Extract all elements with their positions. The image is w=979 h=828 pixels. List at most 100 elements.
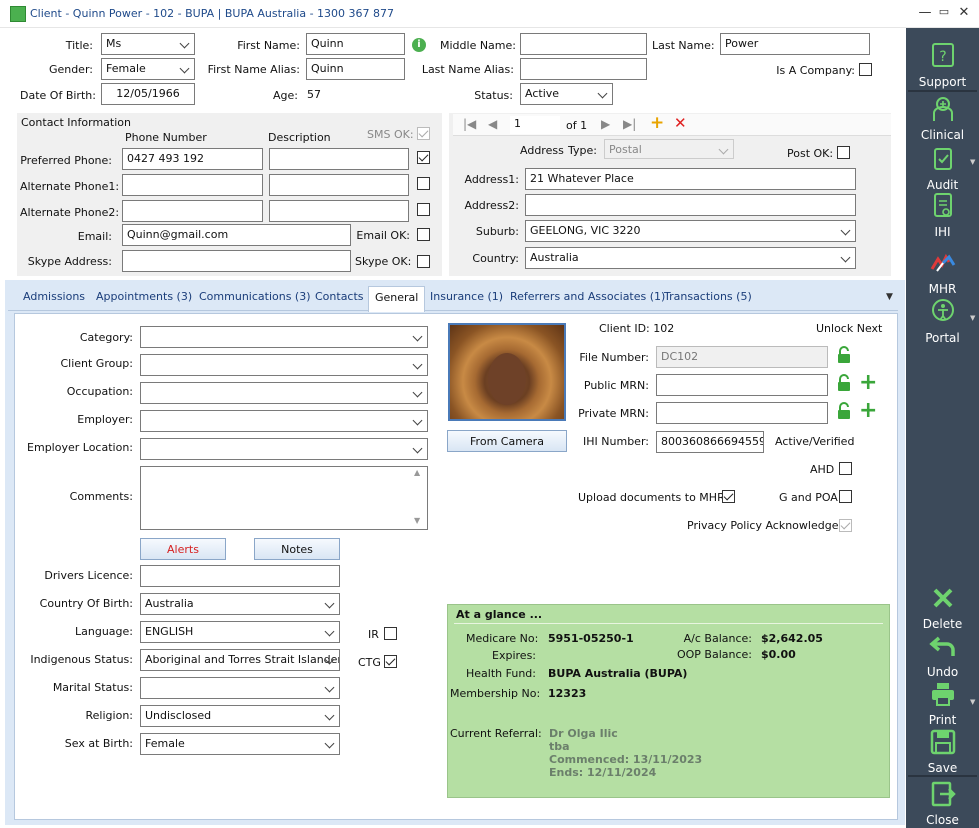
private-mrn-input[interactable] [656, 402, 828, 424]
audit-button[interactable]: Audit [906, 145, 979, 192]
category-select[interactable] [140, 326, 428, 348]
religion-select[interactable]: Undisclosed [140, 705, 340, 727]
client-photo[interactable] [448, 323, 566, 421]
clinical-button[interactable]: Clinical [906, 95, 979, 142]
tab-transactions[interactable]: Transactions (5) [664, 290, 752, 303]
email-ok-checkbox[interactable] [417, 228, 430, 241]
last-name-input[interactable]: Power [720, 33, 870, 55]
delete-address-icon[interactable]: ✕ [674, 114, 687, 132]
upload-mhr-checkbox[interactable] [722, 490, 735, 503]
tab-contacts[interactable]: Contacts [315, 290, 364, 303]
is-company-checkbox[interactable] [859, 63, 872, 76]
alt-phone2-description[interactable] [269, 200, 409, 222]
comments-scroll-up-icon[interactable]: ▲ [414, 468, 420, 477]
tab-appointments[interactable]: Appointments (3) [96, 290, 192, 303]
occupation-select[interactable] [140, 382, 428, 404]
drivers-licence-input[interactable] [140, 565, 340, 587]
first-record-icon[interactable]: |◀ [463, 117, 476, 131]
portal-button[interactable]: Portal [906, 298, 979, 345]
alt-phone2-sms-checkbox[interactable] [417, 203, 430, 216]
prev-record-icon[interactable]: ◀ [488, 117, 497, 131]
maximize-icon[interactable]: ▭ [934, 5, 954, 18]
dob-input[interactable]: 12/05/1966 [101, 83, 195, 105]
tab-general[interactable]: General [368, 286, 426, 312]
last-record-icon[interactable]: ▶| [623, 117, 636, 131]
alt-phone1-input[interactable] [122, 174, 263, 196]
suburb-select[interactable]: GEELONG, VIC 3220 [525, 220, 856, 242]
print-button[interactable]: Print [906, 680, 979, 727]
sex-at-birth-select[interactable]: Female [140, 733, 340, 755]
close-button[interactable]: Close [906, 780, 979, 827]
record-number-input[interactable]: 1 [510, 116, 560, 134]
first-alias-input[interactable]: Quinn [306, 58, 405, 80]
save-button[interactable]: Save [906, 728, 979, 775]
alt-phone1-sms-checkbox[interactable] [417, 177, 430, 190]
first-name-input[interactable]: Quinn [306, 33, 405, 55]
ihi-button[interactable]: IHI [906, 192, 979, 239]
private-mrn-add-icon[interactable]: + [859, 400, 877, 422]
comments-scroll-down-icon[interactable]: ▼ [414, 516, 420, 525]
g-and-poa-checkbox[interactable] [839, 490, 852, 503]
status-select[interactable]: Active [520, 83, 613, 105]
last-alias-input[interactable] [520, 58, 647, 80]
minimize-icon[interactable]: — [915, 5, 935, 20]
close-icon[interactable]: ✕ [954, 5, 974, 20]
post-ok-checkbox[interactable] [837, 146, 850, 159]
alt-phone1-description[interactable] [269, 174, 409, 196]
support-icon: ? [931, 43, 954, 67]
next-record-icon[interactable]: ▶ [601, 117, 610, 131]
mhr-button[interactable]: MHR [906, 249, 979, 296]
employer-location-select[interactable] [140, 438, 428, 460]
tab-insurance[interactable]: Insurance (1) [430, 290, 503, 303]
indigenous-select[interactable]: Aboriginal and Torres Strait Islander [140, 649, 340, 671]
ahd-checkbox[interactable] [839, 462, 852, 475]
tab-admissions[interactable]: Admissions [23, 290, 85, 303]
client-group-select[interactable] [140, 354, 428, 376]
referral-doctor[interactable]: Dr Olga Ilic [549, 727, 618, 740]
tab-referrers[interactable]: Referrers and Associates (1) [510, 290, 665, 303]
sidebar-separator [908, 90, 977, 92]
preferred-phone-description[interactable] [269, 148, 409, 170]
from-camera-button[interactable]: From Camera [447, 430, 567, 452]
email-label: Email: [77, 230, 112, 243]
country-select[interactable]: Australia [525, 247, 856, 269]
tab-communications[interactable]: Communications (3) [199, 290, 311, 303]
language-select[interactable]: ENGLISH [140, 621, 340, 643]
address1-input[interactable]: 21 Whatever Place [525, 168, 856, 190]
alt-phone2-input[interactable] [122, 200, 263, 222]
notes-button[interactable]: Notes [254, 538, 340, 560]
skype-input[interactable] [122, 250, 351, 272]
comments-textarea[interactable] [140, 466, 428, 530]
preferred-phone-input[interactable]: 0427 493 192 [122, 148, 263, 170]
support-button[interactable]: ? Support [906, 42, 979, 89]
tab-overflow-icon[interactable]: ▼ [886, 292, 893, 302]
marital-status-select[interactable] [140, 677, 340, 699]
public-mrn-add-icon[interactable]: + [859, 372, 877, 394]
gender-select[interactable]: Female [101, 58, 195, 80]
delete-button[interactable]: Delete [906, 584, 979, 631]
print-dropdown-icon[interactable]: ▼ [970, 698, 975, 706]
ir-checkbox[interactable] [384, 627, 397, 640]
ihi-number-input[interactable]: 8003608666945597 [656, 431, 764, 453]
unlock-next-label: Unlock Next [816, 322, 883, 335]
svg-text:?: ? [939, 49, 946, 65]
email-input[interactable]: Quinn@gmail.com [122, 224, 351, 246]
employer-select[interactable] [140, 410, 428, 432]
public-mrn-lock-icon[interactable] [836, 374, 852, 392]
middle-name-input[interactable] [520, 33, 647, 55]
alerts-button[interactable]: Alerts [140, 538, 226, 560]
private-mrn-lock-icon[interactable] [836, 402, 852, 420]
portal-dropdown-icon[interactable]: ▼ [970, 314, 975, 322]
ctg-checkbox[interactable] [384, 655, 397, 668]
audit-dropdown-icon[interactable]: ▼ [970, 158, 975, 166]
country-of-birth-select[interactable]: Australia [140, 593, 340, 615]
info-icon[interactable]: i [412, 38, 426, 52]
public-mrn-input[interactable] [656, 374, 828, 396]
undo-button[interactable]: Undo [906, 632, 979, 679]
add-address-icon[interactable]: + [650, 113, 664, 133]
address2-input[interactable] [525, 194, 856, 216]
title-select[interactable]: Ms [101, 33, 195, 55]
skype-ok-checkbox[interactable] [417, 255, 430, 268]
preferred-sms-checkbox[interactable] [417, 151, 430, 164]
file-number-lock-icon[interactable] [836, 346, 852, 364]
